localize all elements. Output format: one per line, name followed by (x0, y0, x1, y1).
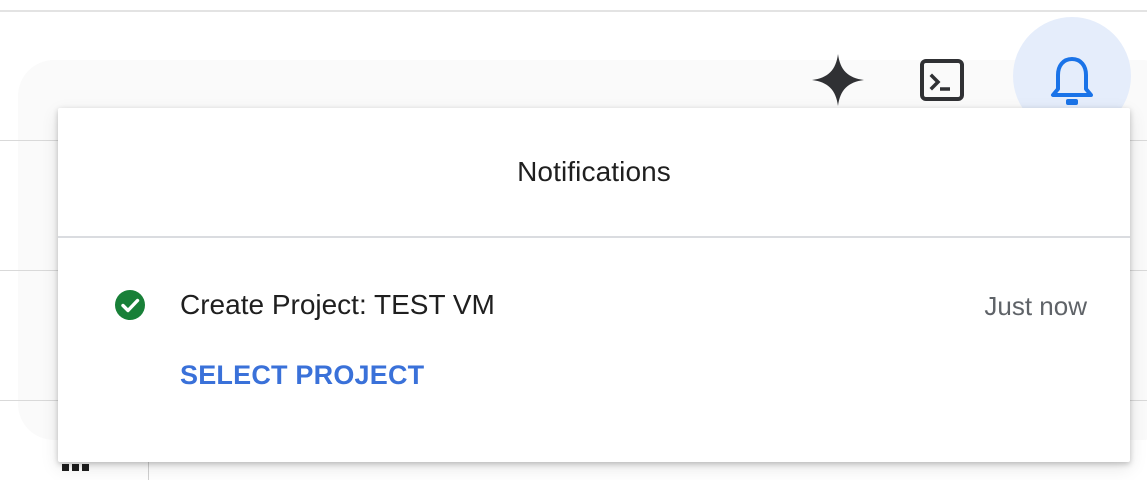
select-project-button[interactable]: SELECT PROJECT (180, 356, 424, 394)
notification-time: Just now (984, 291, 1087, 321)
notification-title: Create Project: TEST VM (180, 289, 495, 320)
cloud-shell-icon (920, 59, 964, 101)
bell-icon (1051, 57, 1093, 105)
check-circle-icon (115, 290, 145, 320)
apps-grid-icon[interactable] (62, 460, 92, 476)
panel-divider (58, 236, 1130, 238)
notifications-panel: Notifications (58, 108, 1130, 462)
cloud-shell-button[interactable] (914, 52, 970, 108)
gemini-sparkle-icon (812, 54, 864, 106)
panel-title: Notifications (517, 156, 671, 187)
gemini-button[interactable] (808, 50, 868, 110)
top-divider (0, 10, 1147, 12)
